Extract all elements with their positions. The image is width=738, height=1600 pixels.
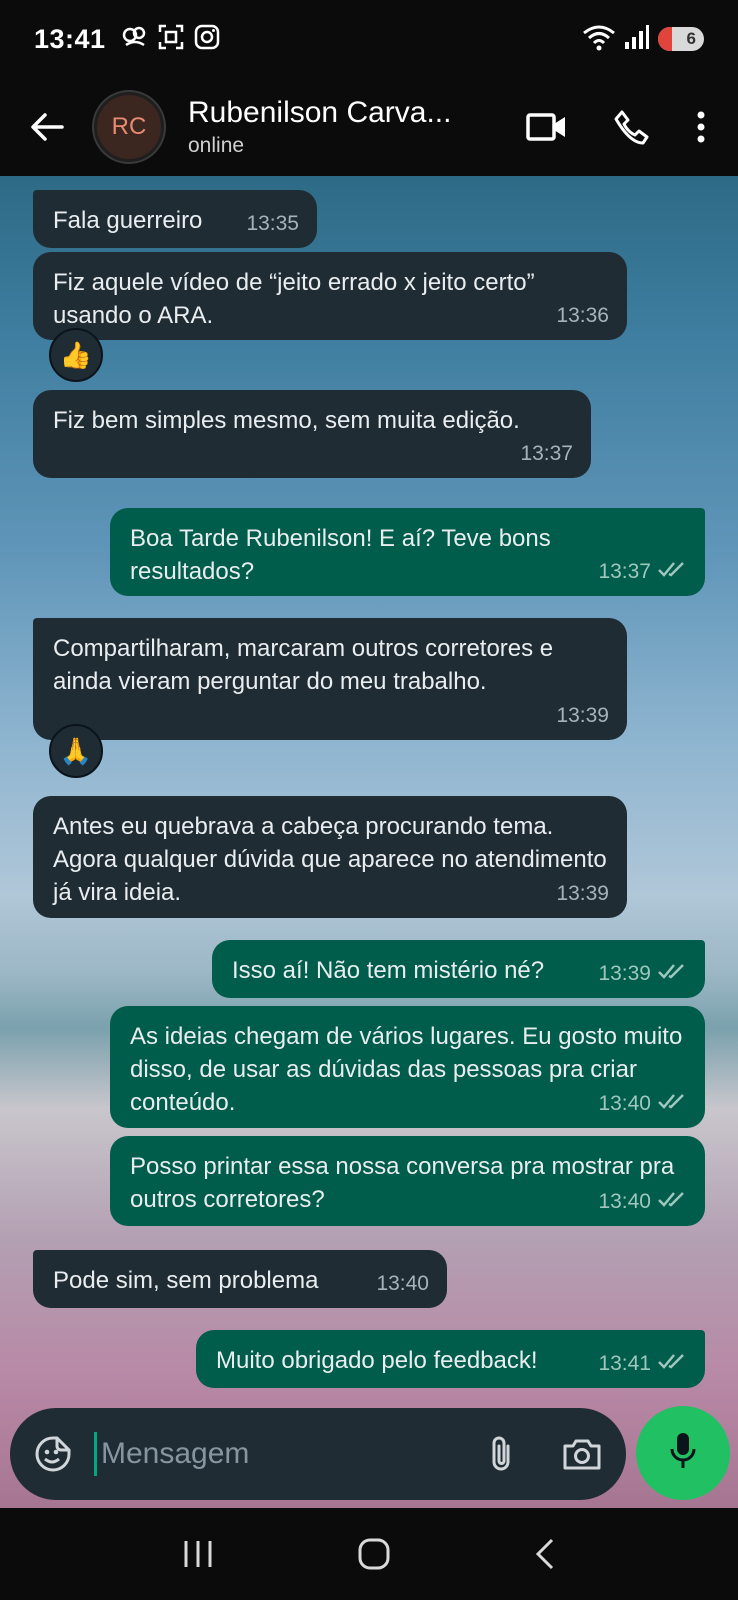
system-nav-bar (0, 1508, 738, 1600)
reaction-folded-hands[interactable]: 🙏 (49, 724, 103, 778)
face-icon (122, 25, 148, 54)
message-time: 13:41 (598, 1352, 651, 1375)
phone-call-icon[interactable] (614, 109, 650, 145)
message-meta: 13:41 (598, 1347, 687, 1380)
avatar[interactable]: RC (94, 92, 164, 162)
microphone-button[interactable] (636, 1406, 730, 1500)
status-bar: 13:41 6 (0, 0, 738, 78)
message-meta: 13:35 (246, 207, 299, 240)
message-time: 13:36 (556, 304, 609, 327)
message-text: Fiz bem simples mesmo, sem muita edição. (53, 407, 520, 434)
message-time: 13:40 (598, 1092, 651, 1115)
message-text: Fiz aquele vídeo de “jeito errado x jeit… (53, 269, 535, 329)
message-composer (10, 1408, 626, 1500)
message-meta: 13:39 (556, 699, 609, 732)
double-check-icon (657, 1087, 687, 1120)
screenshot-icon (158, 24, 184, 55)
message-bubble-outgoing[interactable]: Isso aí! Não tem mistério né? 13:39 (212, 940, 705, 998)
message-input[interactable] (94, 1432, 488, 1476)
message-text: Posso printar essa nossa conversa pra mo… (130, 1153, 675, 1213)
double-check-icon (657, 1185, 687, 1218)
message-text: Boa Tarde Rubenilson! E aí? Teve bons re… (130, 525, 551, 585)
status-time: 13:41 (34, 23, 106, 54)
message-time: 13:40 (376, 1272, 429, 1295)
message-bubble-outgoing[interactable]: Boa Tarde Rubenilson! E aí? Teve bons re… (110, 508, 705, 596)
double-check-icon (657, 1347, 687, 1380)
double-check-icon (657, 555, 687, 588)
message-time: 13:40 (598, 1190, 651, 1213)
signal-icon (624, 24, 650, 55)
recent-apps-icon[interactable] (182, 1539, 214, 1569)
double-check-icon (657, 957, 687, 990)
message-meta: 13:36 (556, 299, 609, 332)
message-bubble-outgoing[interactable]: Muito obrigado pelo feedback! 13:41 (196, 1330, 705, 1388)
back-nav-icon[interactable] (534, 1537, 556, 1571)
message-text: Compartilharam, marcaram outros corretor… (53, 635, 554, 695)
message-text: Antes eu quebrava a cabeça procurando te… (53, 813, 607, 906)
message-meta: 13:40 (598, 1087, 687, 1120)
message-time: 13:39 (556, 704, 609, 727)
message-bubble-incoming[interactable]: Compartilharam, marcaram outros corretor… (33, 618, 627, 740)
message-meta: 13:40 (598, 1185, 687, 1218)
reaction-emoji: 🙏 (59, 735, 93, 766)
wifi-icon (582, 23, 616, 56)
message-text: Isso aí! Não tem mistério né? (232, 957, 545, 984)
more-options-icon[interactable] (696, 111, 706, 143)
message-meta: 13:39 (556, 877, 609, 910)
attach-icon[interactable] (488, 1434, 514, 1474)
message-meta: 13:37 (598, 555, 687, 588)
chat-header: RC Rubenilson Carva... online (0, 78, 738, 176)
message-time: 13:37 (598, 560, 651, 583)
contact-info[interactable]: Rubenilson Carva... online (188, 96, 451, 158)
reaction-emoji: 👍 (59, 339, 93, 370)
message-bubble-incoming[interactable]: Fiz bem simples mesmo, sem muita edição.… (33, 390, 591, 478)
message-bubble-incoming[interactable]: Fiz aquele vídeo de “jeito errado x jeit… (33, 252, 627, 340)
message-bubble-incoming[interactable]: Antes eu quebrava a cabeça procurando te… (33, 796, 627, 918)
microphone-icon (669, 1431, 697, 1476)
avatar-initials: RC (111, 113, 147, 140)
home-icon[interactable] (357, 1537, 391, 1571)
message-text: Pode sim, sem problema (53, 1267, 319, 1294)
battery-icon: 6 (658, 27, 704, 51)
reaction-thumbs-up[interactable]: 👍 (49, 328, 103, 382)
message-meta: 13:39 (598, 957, 687, 990)
sticker-icon[interactable] (34, 1435, 72, 1473)
camera-icon[interactable] (562, 1437, 602, 1471)
contact-status: online (188, 134, 245, 157)
message-meta: 13:40 (376, 1267, 429, 1300)
message-time: 13:39 (598, 962, 651, 985)
message-meta: 13:37 (520, 437, 573, 470)
video-call-icon[interactable] (526, 112, 568, 142)
message-bubble-outgoing[interactable]: Posso printar essa nossa conversa pra mo… (110, 1136, 705, 1226)
message-time: 13:39 (556, 882, 609, 905)
battery-level: 6 (686, 29, 696, 48)
message-bubble-incoming[interactable]: Pode sim, sem problema 13:40 (33, 1250, 447, 1308)
instagram-icon (194, 24, 220, 55)
message-time: 13:37 (520, 442, 573, 465)
chat-area[interactable]: Fala guerreiro 13:35 Fiz aquele vídeo de… (0, 176, 738, 1508)
message-text: Muito obrigado pelo feedback! (216, 1347, 538, 1374)
message-time: 13:35 (246, 212, 299, 235)
back-arrow-icon[interactable] (22, 102, 72, 152)
message-text: Fala guerreiro (53, 207, 203, 234)
message-bubble-incoming[interactable]: Fala guerreiro 13:35 (33, 190, 317, 248)
message-bubble-outgoing[interactable]: As ideias chegam de vários lugares. Eu g… (110, 1006, 705, 1128)
contact-name: Rubenilson Carva... (188, 96, 452, 129)
